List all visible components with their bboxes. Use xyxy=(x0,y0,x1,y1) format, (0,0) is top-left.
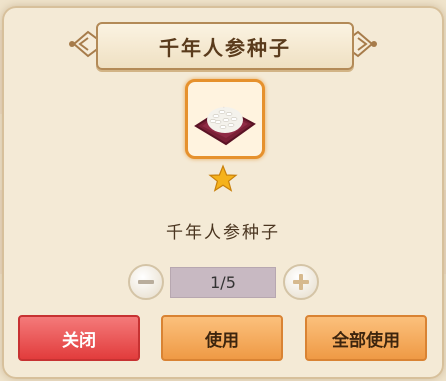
dialog-title: 千年人参种子 xyxy=(159,35,291,60)
use-button-label: 使用 xyxy=(205,330,239,351)
increase-quantity-button[interactable] xyxy=(283,264,319,300)
use-button[interactable]: 使用 xyxy=(161,315,283,361)
item-name: 千年人参种子 xyxy=(166,223,280,243)
minus-icon xyxy=(138,280,154,284)
quantity-field[interactable]: 1/5 xyxy=(170,267,276,298)
use-all-button[interactable]: 全部使用 xyxy=(305,315,427,361)
close-button-label: 关闭 xyxy=(62,330,96,351)
item-icon-frame[interactable] xyxy=(185,79,265,159)
dialog-title-banner: 千年人参种子 xyxy=(96,22,354,70)
rice-seed-bowl-icon xyxy=(194,106,256,146)
quantity-value: 1/5 xyxy=(210,273,236,292)
rarity-star-icon xyxy=(208,164,238,192)
use-all-button-label: 全部使用 xyxy=(332,330,400,351)
decrease-quantity-button[interactable] xyxy=(128,264,164,300)
close-button[interactable]: 关闭 xyxy=(18,315,140,361)
plus-icon xyxy=(293,274,309,290)
